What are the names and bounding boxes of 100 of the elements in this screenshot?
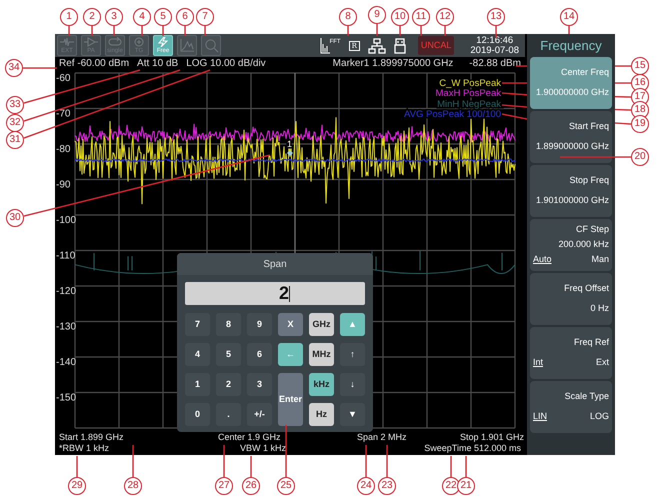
callout-number: 27 — [215, 477, 233, 495]
callout-number: 3 — [105, 8, 123, 26]
callout-number: 29 — [68, 477, 86, 495]
keypad-key[interactable]: 2 — [216, 373, 241, 396]
menu-button[interactable]: CF Step 200.000 kHz Auto Man — [530, 219, 612, 271]
leader-line — [399, 26, 401, 36]
mode-button[interactable] — [177, 35, 197, 56]
axis-label: -100 — [56, 215, 76, 226]
leader-line — [465, 456, 467, 477]
menu-button[interactable]: Start Freq 1.899000000 GHz — [530, 111, 612, 163]
video-bandwidth: VBW 1 kHz — [240, 443, 286, 454]
marker-level: -82.88 dBm — [469, 57, 521, 71]
dialog-title: Span — [177, 253, 373, 275]
callout-number: 18 — [631, 101, 649, 119]
clock-date: 2019-07-08 — [470, 46, 519, 56]
wave-icon — [60, 37, 74, 47]
leader-line — [204, 26, 206, 36]
keypad-key[interactable]: 3 — [247, 373, 272, 396]
marker-label: 1 — [287, 139, 292, 149]
callout-number: 20 — [631, 148, 649, 166]
marker-icon — [287, 150, 293, 156]
callout-number: 34 — [5, 59, 23, 77]
option-label: LIN — [533, 410, 548, 424]
lightning-icon — [156, 37, 170, 47]
keypad-key[interactable]: Hz — [309, 403, 334, 426]
option-label: Int — [533, 356, 544, 370]
attenuation: Att 10 dB — [137, 57, 178, 71]
panel-title: Frequency — [539, 36, 603, 55]
keypad-key[interactable]: 5 — [216, 343, 241, 366]
leader-line — [444, 26, 446, 36]
leader-line — [347, 26, 349, 36]
stop-frequency: Stop 1.901 GHz — [460, 432, 524, 443]
leader-line — [285, 425, 287, 477]
menu-button[interactable]: Scale Type LIN LOG — [530, 381, 612, 433]
menu-button[interactable]: Stop Freq 1.901000000 GHz — [530, 165, 612, 217]
callout-number: 11 — [412, 8, 430, 26]
marker-frequency: Marker1 1.899975000 GHz — [332, 57, 454, 71]
text-cursor — [289, 286, 290, 302]
keypad-key[interactable]: kHz — [309, 373, 334, 396]
callout-number: 8 — [339, 8, 357, 26]
leader-line — [132, 445, 134, 477]
axis-label: -130 — [56, 322, 76, 332]
axis-label: -140 — [56, 357, 76, 368]
keypad-key[interactable]: 6 — [247, 343, 272, 366]
keypad-key[interactable]: ↑ — [340, 343, 365, 366]
keypad-key[interactable]: 9 — [247, 313, 272, 336]
clock-time: 12:16:46 — [475, 36, 514, 46]
keypad-key[interactable]: 8 — [216, 313, 241, 336]
network-icon — [368, 38, 386, 54]
callout-number: 32 — [6, 114, 24, 132]
callout-number: 14 — [560, 8, 578, 26]
axis-label: -90 — [56, 180, 70, 190]
keypad-key[interactable]: MHz — [309, 343, 334, 366]
trace-legend: AVG PosPeak 100/100 — [404, 109, 501, 120]
menu-button[interactable]: Freq Offset 0 Hz — [530, 273, 612, 325]
callout-number: 23 — [378, 477, 396, 495]
axis-label: -70 — [56, 108, 70, 120]
input-field[interactable]: 2 — [185, 282, 365, 305]
callout-number: 15 — [631, 57, 649, 75]
keypad-key[interactable]: 0 — [185, 403, 210, 426]
keypad-key[interactable]: 7 — [185, 313, 210, 336]
callout-number: 5 — [154, 8, 172, 26]
leader-line — [141, 26, 143, 36]
leader-line — [91, 26, 93, 36]
leader-line — [184, 26, 186, 36]
keypad-key[interactable]: 4 — [185, 343, 210, 366]
callout-number: 16 — [631, 74, 649, 92]
peak-icon — [180, 38, 194, 54]
callout-number: 13 — [487, 8, 505, 26]
callout-number: 28 — [124, 477, 142, 495]
keypad-key[interactable]: Enter — [278, 373, 303, 426]
leader-line — [376, 24, 378, 36]
option-label: Ext — [596, 356, 609, 370]
callout-number: 30 — [6, 209, 24, 227]
trace-legend: MaxH PosPeak — [436, 88, 501, 99]
keypad-key[interactable]: . — [216, 403, 241, 426]
spectrum-icon — [320, 38, 330, 54]
callout-number: 26 — [242, 477, 260, 495]
keypad-key[interactable]: ↓ — [340, 373, 365, 396]
keypad-key[interactable]: GHz — [309, 313, 334, 336]
keypad-key[interactable]: X — [278, 313, 303, 336]
option-label: Auto — [533, 253, 552, 266]
callout-number: 22 — [442, 477, 460, 495]
callout-number: 33 — [6, 96, 24, 114]
mode-button[interactable] — [201, 35, 221, 56]
keypad-key[interactable]: 1 — [185, 373, 210, 396]
sweep-time: SweepTime 512.000 ms — [423, 443, 521, 454]
keypad-key[interactable]: +/- — [247, 403, 272, 426]
leader-line — [386, 445, 388, 477]
keypad-key[interactable]: ▼ — [340, 403, 365, 426]
leader-line — [162, 26, 164, 36]
circle-icon — [132, 37, 146, 47]
reference-level: Ref -60.00 dBm — [59, 57, 130, 71]
span-setting: Span 2 MHz — [357, 432, 408, 443]
callout-number: 24 — [357, 477, 375, 495]
search-icon — [204, 38, 218, 54]
leader-line — [450, 456, 452, 477]
usb-icon — [394, 38, 406, 54]
axis-label: -120 — [56, 286, 76, 297]
menu-button[interactable]: Freq Ref Int Ext — [530, 327, 612, 379]
